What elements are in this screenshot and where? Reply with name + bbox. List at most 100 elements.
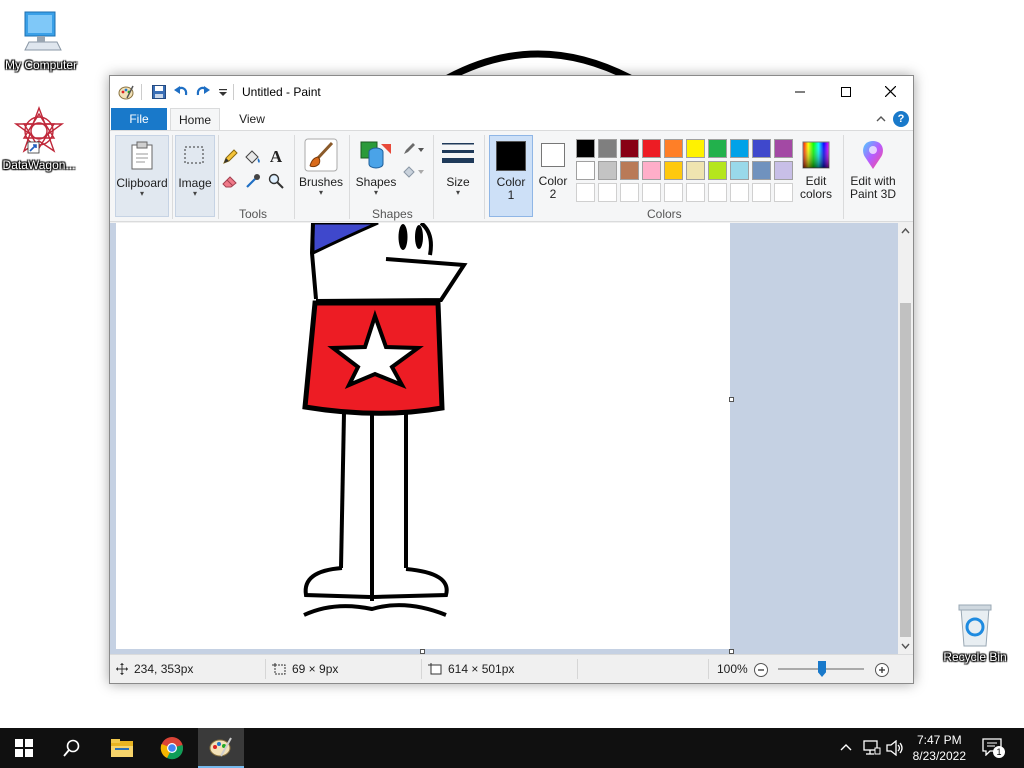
tab-file[interactable]: File — [111, 108, 167, 130]
select-icon — [176, 136, 214, 176]
brush-icon — [297, 135, 345, 175]
color1-swatch — [496, 141, 526, 171]
scroll-down-icon[interactable] — [898, 640, 913, 652]
search-button[interactable] — [48, 728, 96, 768]
status-divider — [577, 659, 578, 679]
pencil-icon[interactable] — [220, 147, 240, 167]
tab-view[interactable]: View — [229, 108, 275, 130]
palette-custom-swatch[interactable] — [686, 183, 705, 202]
fill-bucket-icon[interactable] — [243, 147, 263, 167]
drawing-canvas[interactable] — [116, 223, 730, 649]
palette-custom-swatch[interactable] — [752, 183, 771, 202]
fill-icon[interactable] — [400, 161, 426, 181]
start-button[interactable] — [0, 728, 48, 768]
palette-custom-swatch[interactable] — [774, 183, 793, 202]
palette-color-swatch[interactable] — [774, 139, 793, 158]
palette-color-swatch[interactable] — [598, 139, 617, 158]
palette-color-swatch[interactable] — [664, 139, 683, 158]
text-tool-icon[interactable]: A — [266, 147, 286, 167]
taskbar-file-explorer[interactable] — [98, 728, 146, 768]
palette-custom-swatch[interactable] — [620, 183, 639, 202]
palette-color-swatch[interactable] — [642, 139, 661, 158]
palette-color-swatch[interactable] — [576, 161, 595, 180]
selection-size: 69 × 9px — [272, 662, 338, 676]
palette-color-swatch[interactable] — [752, 139, 771, 158]
palette-custom-swatch[interactable] — [642, 183, 661, 202]
undo-icon[interactable] — [173, 84, 189, 100]
palette-custom-swatch[interactable] — [708, 183, 727, 202]
drawing-eye-right — [415, 225, 423, 249]
minimize-button[interactable] — [777, 76, 823, 107]
desktop-icon-recycle-bin[interactable]: Recycle Bin — [934, 602, 1016, 664]
scrollbar-thumb[interactable] — [900, 303, 911, 637]
palette-color-swatch[interactable] — [664, 161, 683, 180]
palette-color-swatch[interactable] — [576, 139, 595, 158]
palette-custom-swatch[interactable] — [576, 183, 595, 202]
resize-handle-right[interactable] — [729, 397, 734, 402]
drawing-eye-left — [398, 224, 408, 250]
color1-button[interactable]: Color 1 — [489, 135, 533, 217]
color2-button[interactable]: Color 2 — [533, 135, 573, 217]
magnifier-icon[interactable] — [266, 171, 286, 191]
close-button[interactable] — [867, 76, 913, 107]
help-icon[interactable]: ? — [893, 111, 909, 127]
zoom-out-icon[interactable] — [753, 662, 769, 678]
palette-color-swatch[interactable] — [598, 161, 617, 180]
minimize-ribbon-icon[interactable] — [875, 113, 887, 125]
taskbar-paint[interactable] — [198, 728, 244, 768]
minimize-icon — [795, 91, 805, 92]
desktop-icon-datawagon[interactable]: DataWagon... — [0, 106, 80, 172]
palette-color-swatch[interactable] — [686, 139, 705, 158]
color-picker-icon[interactable] — [243, 171, 263, 191]
paint-icon — [209, 737, 232, 757]
eraser-icon[interactable] — [220, 171, 240, 191]
palette-color-swatch[interactable] — [620, 161, 639, 180]
palette-color-swatch[interactable] — [730, 161, 749, 180]
palette-color-swatch[interactable] — [642, 161, 661, 180]
tools-group-label: Tools — [239, 207, 268, 221]
scroll-up-icon[interactable] — [898, 225, 913, 237]
volume-icon[interactable] — [886, 740, 904, 756]
color-wheel-icon — [795, 135, 837, 175]
save-icon[interactable] — [151, 84, 167, 100]
network-icon[interactable] — [863, 740, 881, 756]
size-icon — [437, 135, 479, 175]
palette-color-swatch[interactable] — [774, 161, 793, 180]
image-button[interactable]: Image ▾ — [175, 135, 215, 217]
palette-color-swatch[interactable] — [708, 139, 727, 158]
desktop-icon-label: My Computer — [4, 58, 78, 72]
zoom-in-icon[interactable] — [874, 662, 890, 678]
vertical-scrollbar[interactable] — [898, 223, 913, 654]
shapes-button[interactable]: Shapes ▾ — [352, 135, 400, 217]
edit-colors-button[interactable]: Edit colors — [795, 135, 837, 217]
maximize-button[interactable] — [823, 76, 869, 107]
palette-color-swatch[interactable] — [620, 139, 639, 158]
size-button[interactable]: Size ▾ — [437, 135, 479, 217]
outline-icon[interactable] — [400, 139, 426, 159]
customize-quick-access-icon[interactable] — [215, 84, 231, 100]
desktop-icon-my-computer[interactable]: My Computer — [0, 10, 82, 72]
redo-icon[interactable] — [195, 84, 211, 100]
action-center-button[interactable]: 1 — [982, 738, 1005, 758]
shapes-group-label: Shapes — [372, 207, 413, 221]
palette-custom-swatch[interactable] — [664, 183, 683, 202]
clipboard-button[interactable]: Clipboard ▾ — [115, 135, 169, 217]
title-separator — [233, 84, 234, 100]
cursor-position-icon — [116, 663, 128, 675]
system-clock[interactable]: 7:47 PM 8/23/2022 — [913, 732, 966, 764]
paint-app-icon[interactable] — [118, 84, 134, 100]
palette-color-swatch[interactable] — [686, 161, 705, 180]
brushes-label: Brushes — [298, 175, 344, 189]
palette-color-swatch[interactable] — [708, 161, 727, 180]
zoom-slider-thumb[interactable] — [818, 661, 826, 677]
taskbar-chrome[interactable] — [148, 728, 196, 768]
palette-color-swatch[interactable] — [730, 139, 749, 158]
chevron-up-icon[interactable] — [840, 742, 852, 754]
palette-color-swatch[interactable] — [752, 161, 771, 180]
palette-custom-swatch[interactable] — [598, 183, 617, 202]
tab-home[interactable]: Home — [170, 108, 220, 131]
edit-paint3d-button[interactable]: Edit with Paint 3D — [846, 135, 900, 217]
status-divider — [265, 659, 266, 679]
palette-custom-swatch[interactable] — [730, 183, 749, 202]
brushes-button[interactable]: Brushes ▾ — [297, 135, 345, 217]
